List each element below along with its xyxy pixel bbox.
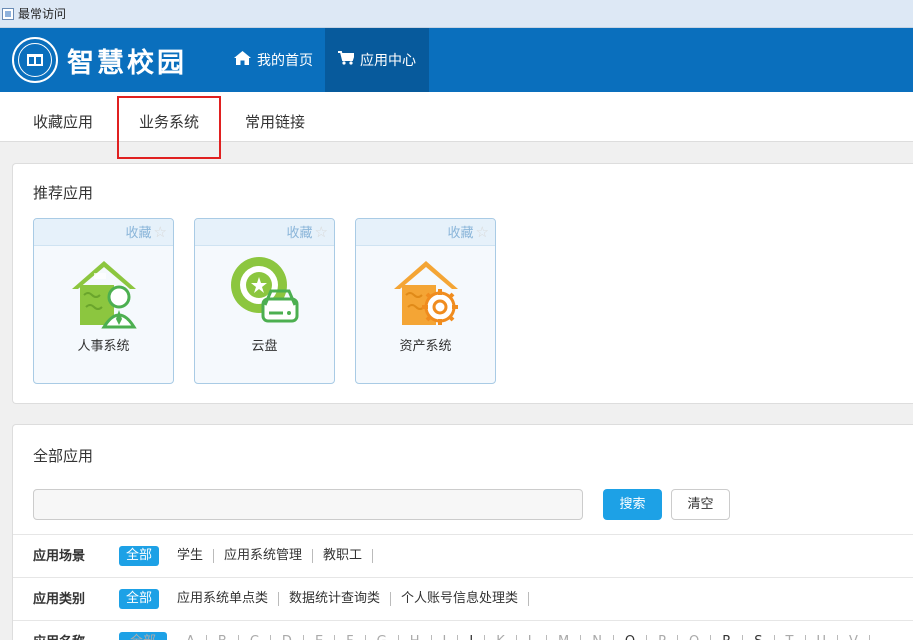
filter-option[interactable]: 应用系统单点类 (167, 592, 280, 606)
nav-home[interactable]: 我的首页 (222, 28, 325, 92)
filter-option[interactable]: 数据统计查询类 (279, 592, 392, 606)
letter-option[interactable]: P (647, 635, 678, 640)
letter-option[interactable]: V (838, 635, 870, 640)
letter-option[interactable]: H (399, 635, 432, 640)
filter-label: 应用名称 (33, 621, 85, 640)
cart-icon (338, 51, 356, 69)
main-nav: 我的首页 应用中心 (222, 28, 429, 92)
tab-common-links[interactable]: 常用链接 (245, 92, 305, 142)
letter-option[interactable]: L (517, 635, 547, 640)
app-name: 人事系统 (77, 339, 130, 354)
all-apps-title: 全部应用 (33, 447, 94, 465)
cloud-drive-icon (225, 255, 305, 331)
favorite-label[interactable]: 收藏 (287, 226, 313, 241)
filter-scene: 应用场景 全部 学生 应用系统管理 教职工 (13, 534, 913, 577)
letter-option[interactable]: U (806, 635, 839, 640)
filter-option[interactable]: 教职工 (313, 549, 374, 563)
card-header: 收藏 ☆ (34, 219, 173, 246)
star-icon[interactable]: ☆ (154, 223, 167, 241)
letter-option[interactable]: F (335, 635, 366, 640)
filter-options: 全部 A B C D E F G H I J K L M N O P Q R S… (119, 632, 870, 640)
letter-option[interactable]: I (432, 635, 459, 640)
letter-option[interactable]: N (581, 635, 614, 640)
letter-option[interactable]: E (304, 635, 336, 640)
letter-option[interactable]: K (485, 635, 517, 640)
app-card-asset[interactable]: 收藏 ☆ 资产系统 (355, 218, 496, 384)
all-apps-panel: 全部应用 搜索 清空 应用场景 全部 学生 应用系统管理 教职工 应用类别 全部… (12, 424, 913, 640)
filter-options: 全部 学生 应用系统管理 教职工 (119, 546, 374, 566)
star-icon[interactable]: ☆ (315, 223, 328, 241)
filter-label: 应用场景 (33, 549, 86, 564)
filter-category: 应用类别 全部 应用系统单点类 数据统计查询类 个人账号信息处理类 (13, 577, 913, 620)
campus-seal-icon[interactable] (12, 37, 58, 83)
tab-bar: 收藏应用 业务系统 常用链接 (0, 92, 913, 142)
filter-option[interactable]: 应用系统管理 (214, 549, 314, 563)
letter-option[interactable]: O (614, 635, 648, 640)
filter-options: 全部 应用系统单点类 数据统计查询类 个人账号信息处理类 (119, 589, 530, 609)
site-title[interactable]: 智慧校园 (67, 41, 187, 80)
app-name: 资产系统 (399, 339, 452, 354)
recommended-panel: 推荐应用 收藏 ☆ 人事系统 收藏 ☆ 云盘 收藏 ☆ 资产系统 (12, 163, 913, 404)
site-header: 智慧校园 我的首页 应用中心 (0, 28, 913, 92)
letter-option[interactable]: Q (678, 635, 712, 640)
tab-favorites[interactable]: 收藏应用 (33, 92, 93, 142)
app-search-input[interactable] (33, 489, 583, 520)
letter-option[interactable]: G (366, 635, 399, 640)
letter-option[interactable]: A (175, 635, 207, 640)
tab-business-systems[interactable]: 业务系统 (139, 92, 199, 142)
letter-option[interactable]: B (207, 635, 239, 640)
home-icon (234, 51, 251, 69)
app-card-hr[interactable]: 收藏 ☆ 人事系统 (33, 218, 174, 384)
filter-label: 应用类别 (33, 592, 86, 607)
letter-option[interactable]: M (547, 635, 582, 640)
filter-option[interactable]: 学生 (167, 549, 215, 563)
asset-system-icon (386, 255, 466, 331)
favorite-label[interactable]: 收藏 (126, 226, 152, 241)
bookmarks-bar: 最常访问 (0, 0, 913, 28)
letter-option[interactable]: R (711, 635, 744, 640)
filter-option-selected[interactable]: 全部 (119, 589, 160, 609)
app-card-cloud[interactable]: 收藏 ☆ 云盘 (194, 218, 335, 384)
letter-option[interactable]: S (743, 635, 775, 640)
letter-option[interactable]: T (775, 635, 806, 640)
hr-system-icon (64, 255, 144, 331)
filter-name: 应用名称 全部 A B C D E F G H I J K L M N O P … (13, 620, 913, 640)
nav-home-label: 我的首页 (257, 53, 313, 69)
search-button[interactable]: 搜索 (603, 489, 662, 520)
bookmark-most-visited[interactable]: 最常访问 (18, 5, 66, 22)
filter-option[interactable]: 个人账号信息处理类 (391, 592, 530, 606)
recommended-title: 推荐应用 (33, 184, 94, 202)
letter-option[interactable]: D (271, 635, 304, 640)
nav-app-center-label: 应用中心 (360, 53, 416, 69)
card-header: 收藏 ☆ (356, 219, 495, 246)
filter-option-selected[interactable]: 全部 (119, 632, 168, 640)
star-icon[interactable]: ☆ (476, 223, 489, 241)
card-header: 收藏 ☆ (195, 219, 334, 246)
letter-option[interactable]: C (239, 635, 271, 640)
app-name: 云盘 (251, 339, 278, 354)
folder-icon (2, 7, 14, 20)
favorite-label[interactable]: 收藏 (448, 226, 474, 241)
clear-button[interactable]: 清空 (671, 489, 730, 520)
filter-option-selected[interactable]: 全部 (119, 546, 160, 566)
letter-option[interactable]: J (458, 635, 486, 640)
nav-app-center[interactable]: 应用中心 (325, 28, 429, 92)
